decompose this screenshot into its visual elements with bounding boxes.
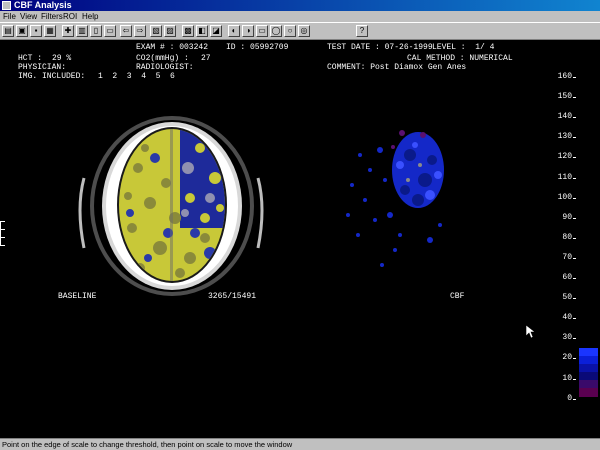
scale-label: 130 — [557, 132, 572, 142]
scale-label: 140 — [557, 112, 572, 122]
status-text: Point on the edge of scale to change thr… — [2, 440, 293, 449]
cbf-map-image[interactable] — [330, 125, 460, 270]
mouse-cursor-icon — [526, 325, 536, 339]
color-map-icon[interactable]: ◪ — [210, 25, 222, 37]
exam-number: EXAM # : 003242 — [136, 43, 209, 52]
images-included-label: IMG. INCLUDED: — [18, 72, 86, 81]
window-title: CBF Analysis — [14, 0, 72, 10]
scale-label: 90 — [562, 212, 572, 222]
scale-tick — [573, 278, 576, 279]
image-b-icon[interactable]: ▨ — [164, 25, 176, 37]
images-included-values: 1 2 3 4 5 6 — [98, 72, 175, 81]
level-indicator: LEVEL : 1/ 4 — [432, 43, 495, 52]
image-a-icon[interactable]: ▧ — [150, 25, 162, 37]
menu-bar: File View Filters ROI Help — [0, 11, 600, 22]
scale-label: 40 — [562, 313, 572, 323]
menu-view[interactable]: View — [20, 11, 37, 22]
test-date: TEST DATE : 07-26-1999 — [327, 43, 433, 52]
scale-tick — [573, 177, 576, 179]
scale-label: 80 — [562, 232, 572, 242]
menu-filters[interactable]: Filters — [41, 11, 63, 22]
scale-label: 100 — [557, 192, 572, 202]
status-bar: Point on the edge of scale to change thr… — [0, 438, 600, 450]
grid-icon[interactable]: ✚ — [62, 25, 74, 37]
contrast-icon[interactable]: ◧ — [196, 25, 208, 37]
scale-label: 10 — [562, 373, 572, 383]
circle-roi-icon[interactable]: ○ — [284, 25, 296, 37]
stack-icon[interactable]: ▩ — [182, 25, 194, 37]
menu-help[interactable]: Help — [82, 11, 98, 22]
scale-tick — [573, 398, 576, 400]
co2-label: CO2(mmHg) : — [136, 54, 189, 63]
scale-label: 30 — [562, 333, 572, 343]
color-scale[interactable]: 160 150 140 130 120 110 100 90 80 70 60 50 40 30 20 10 0 — [520, 40, 600, 438]
monitor-green-icon[interactable]: ▣ — [16, 25, 28, 37]
radiologist-label: RADIOLOGIST: — [136, 63, 194, 72]
scale-tick — [573, 137, 576, 139]
scale-tick — [573, 358, 576, 360]
scale-label: 150 — [557, 92, 572, 102]
co2-value: 27 — [201, 54, 211, 63]
scale-tick — [573, 197, 576, 199]
target-icon[interactable]: ◎ — [298, 25, 310, 37]
scale-label: 0 — [567, 393, 572, 403]
scale-tick — [573, 298, 576, 300]
hct-value: 29 % — [52, 54, 72, 63]
scale-label: 120 — [557, 152, 572, 162]
menu-file[interactable]: File — [3, 11, 16, 22]
cal-method: CAL METHOD : NUMERICAL — [407, 54, 513, 63]
comment: COMMENT: Post Diamox Gen Anes — [327, 63, 467, 72]
menu-roi[interactable]: ROI — [63, 11, 77, 22]
scale-tick — [573, 217, 576, 219]
margin-bracket — [0, 221, 1, 246]
baseline-label: BASELINE — [58, 292, 97, 301]
scale-label: 70 — [562, 252, 572, 262]
scale-tick — [573, 77, 576, 78]
scale-tick — [573, 157, 576, 159]
arrow-right-icon[interactable]: ⇨ — [134, 25, 146, 37]
nav-icon[interactable]: ▭ — [104, 25, 116, 37]
ellipse-roi-icon[interactable]: ◯ — [270, 25, 282, 37]
counts-label: 3265/15491 — [208, 292, 257, 301]
scale-color-band[interactable] — [579, 388, 598, 397]
app-icon[interactable] — [2, 1, 11, 10]
scale-tick — [573, 378, 576, 380]
save-icon[interactable]: ▪ — [30, 25, 42, 37]
help-icon[interactable]: ? — [356, 25, 368, 37]
hct-label: HCT : — [18, 54, 43, 63]
scale-tick — [573, 338, 576, 340]
print-icon[interactable]: ▦ — [44, 25, 56, 37]
scale-label: 60 — [562, 273, 572, 282]
scale-label: 160 — [557, 72, 572, 81]
baseline-brain-image[interactable] — [70, 108, 270, 303]
scale-tick — [573, 97, 576, 99]
patient-id: ID : 05992709 — [226, 43, 289, 52]
physician-label: PHYSICIAN: — [18, 63, 67, 72]
scale-label: 20 — [562, 353, 572, 363]
arrow-left-icon[interactable]: ⇦ — [120, 25, 132, 37]
rotate-left-icon[interactable]: ◐ — [228, 25, 240, 37]
rotate-right-icon[interactable]: ◑ — [242, 25, 254, 37]
image-viewer[interactable]: EXAM # : 003242 ID : 05992709 TEST DATE … — [0, 40, 600, 438]
scale-tick — [573, 117, 576, 119]
layout-icon[interactable]: ▥ — [76, 25, 88, 37]
rectangle-roi-icon[interactable]: ▭ — [256, 25, 268, 37]
scale-label: 50 — [562, 293, 572, 303]
scale-tick — [573, 237, 576, 239]
open-icon[interactable]: ▤ — [2, 25, 14, 37]
scale-tick — [573, 257, 576, 259]
toolbar: ▤ ▣ ▪ ▦ ✚ ▥ ▯ ▭ ⇦ ⇨ ▧ ▨ ▩ ◧ ◪ ◐ ◑ ▭ ◯ ○ ◎? — [0, 22, 600, 40]
scale-label: 110 — [557, 172, 572, 182]
scale-tick — [573, 318, 576, 320]
title-bar: CBF Analysis — [0, 0, 600, 11]
cbf-label: CBF — [450, 292, 465, 301]
frame-icon[interactable]: ▯ — [90, 25, 102, 37]
